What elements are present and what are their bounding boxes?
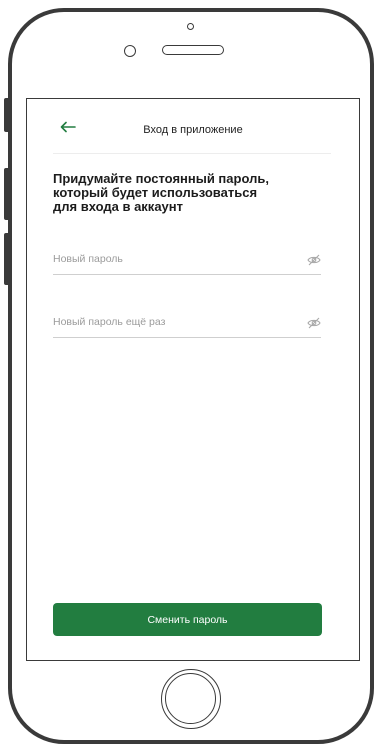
repeat-password-input[interactable] <box>53 308 293 336</box>
app-screen: Вход в приложение Придумайте постоянный … <box>26 98 360 661</box>
heading-line-3: для входа в аккаунт <box>53 199 183 214</box>
heading-line-1: Придумайте постоянный пароль, <box>53 171 269 186</box>
proximity-sensor-icon <box>124 45 136 57</box>
new-password-field <box>53 245 321 275</box>
home-button[interactable] <box>161 669 221 729</box>
change-password-button[interactable]: Сменить пароль <box>53 603 322 636</box>
field-underline <box>53 337 321 338</box>
top-bar: Вход в приложение <box>27 99 359 154</box>
eye-icon <box>307 317 321 329</box>
repeat-password-field <box>53 308 321 338</box>
front-camera-icon <box>187 23 194 30</box>
new-password-input[interactable] <box>53 245 293 273</box>
heading-line-2: который будет использоваться <box>53 185 258 200</box>
home-button-ring <box>165 673 216 724</box>
field-underline <box>53 274 321 275</box>
eye-icon <box>307 254 321 266</box>
earpiece-speaker <box>162 45 224 55</box>
show-repeat-password-toggle[interactable] <box>307 316 321 329</box>
instruction-heading: Придумайте постоянный пароль, который бу… <box>53 172 333 214</box>
header-divider <box>53 153 331 154</box>
show-password-toggle[interactable] <box>307 253 321 266</box>
page-title: Вход в приложение <box>143 124 243 136</box>
